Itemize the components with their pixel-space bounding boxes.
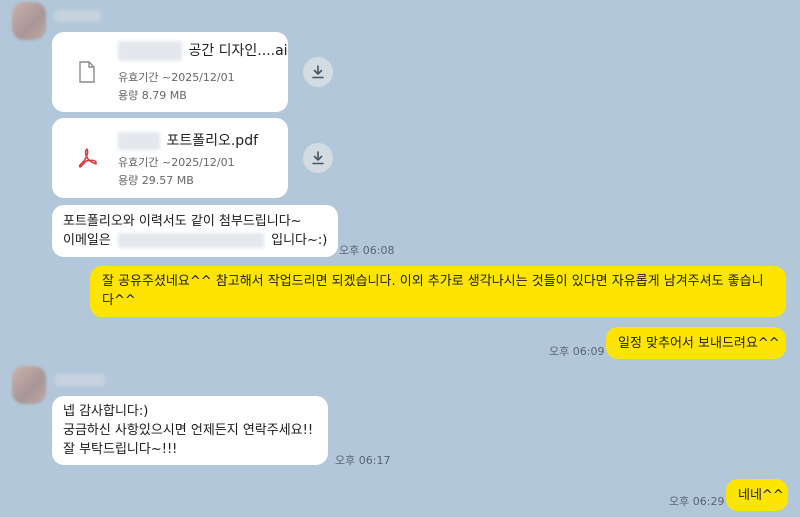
- pdf-icon: [76, 146, 98, 170]
- download-icon: [312, 65, 324, 79]
- sender-avatar[interactable]: [12, 366, 46, 404]
- file-name-blurred: [118, 132, 160, 150]
- file-name-text: 공간 디자인....ai: [188, 43, 288, 59]
- message-time: 오후 06:08: [339, 244, 395, 257]
- message-text: 네네^^: [738, 488, 784, 503]
- message-text: 잘 공유주셨네요^^ 참고해서 작업드리면 되겠습니다. 이외 추가로 생각나시…: [102, 274, 764, 289]
- sent-message-bubble[interactable]: 일정 맞추어서 보내드려요^^: [606, 327, 786, 359]
- document-icon: [76, 60, 98, 84]
- message-time: 오후 06:17: [335, 454, 391, 467]
- email-blurred: [117, 233, 264, 248]
- file-name: 공간 디자인....ai: [118, 40, 288, 61]
- sender-name-blurred: [54, 10, 102, 22]
- message-text-line: 이메일은 입니다~:): [63, 231, 327, 250]
- file-name: 포트폴리오.pdf: [118, 130, 258, 150]
- message-time: 오후 06:29: [669, 495, 725, 508]
- file-name-text: 포트폴리오.pdf: [166, 133, 259, 149]
- sender-avatar[interactable]: [12, 2, 46, 40]
- sent-message-bubble[interactable]: 잘 공유주셨네요^^ 참고해서 작업드리면 되겠습니다. 이외 추가로 생각나시…: [90, 266, 786, 317]
- message-text: 포트폴리오와 이력서도 같이 첨부드립니다~: [63, 214, 302, 229]
- file-name-blurred: [118, 41, 182, 61]
- file-size: 용량 29.57 MB: [118, 174, 194, 187]
- download-icon: [312, 151, 324, 165]
- message-text: 이메일은: [63, 233, 111, 248]
- message-text: 궁금하신 사항있으시면 언제든지 연락주세요!!: [63, 423, 314, 438]
- file-expiry: 유효기간 ~2025/12/01: [118, 156, 235, 169]
- message-text: 다^^: [102, 293, 136, 308]
- message-time: 오후 06:09: [549, 345, 605, 358]
- message-text: 잘 부탁드립니다~!!!: [63, 442, 178, 457]
- download-button[interactable]: [303, 57, 333, 87]
- sent-message-bubble[interactable]: 네네^^: [726, 479, 788, 511]
- message-text: 넵 감사합니다:): [63, 404, 149, 419]
- message-text: 일정 맞추어서 보내드려요^^: [618, 336, 780, 351]
- sender-name-blurred: [54, 374, 106, 386]
- file-size: 용량 8.79 MB: [118, 89, 187, 102]
- file-card-pdf[interactable]: 포트폴리오.pdf 유효기간 ~2025/12/01 용량 29.57 MB: [52, 118, 288, 198]
- received-message-bubble[interactable]: 넵 감사합니다:) 궁금하신 사항있으시면 언제든지 연락주세요!! 잘 부탁드…: [52, 396, 328, 465]
- download-button[interactable]: [303, 143, 333, 173]
- file-card-ai[interactable]: 공간 디자인....ai 유효기간 ~2025/12/01 용량 8.79 MB: [52, 32, 288, 112]
- received-message-bubble[interactable]: 포트폴리오와 이력서도 같이 첨부드립니다~ 이메일은 입니다~:): [52, 205, 339, 257]
- file-expiry: 유효기간 ~2025/12/01: [118, 71, 235, 84]
- message-text: 입니다~:): [271, 233, 328, 248]
